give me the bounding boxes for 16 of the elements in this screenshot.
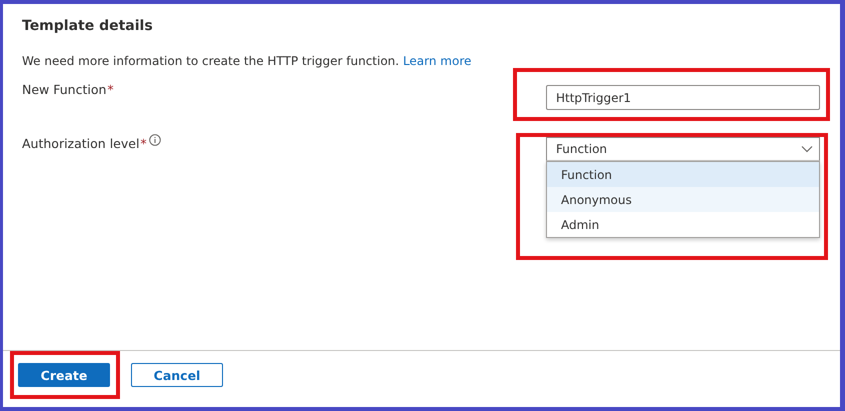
learn-more-link[interactable]: Learn more xyxy=(402,54,472,68)
create-button[interactable]: Create xyxy=(18,363,110,387)
dropdown-option[interactable]: Admin xyxy=(547,212,819,237)
function-name-field[interactable]: HttpTrigger1 xyxy=(546,85,820,110)
required-mark: * xyxy=(140,136,147,151)
dropdown-option[interactable]: Function xyxy=(547,162,819,187)
field-label: New Function xyxy=(22,82,106,97)
description-text: We need more information to create the HTTP trigger function. Learn more xyxy=(22,54,472,68)
info-icon[interactable] xyxy=(148,134,161,146)
authorization-dropdown[interactable]: Function xyxy=(546,137,820,161)
dropdown-option[interactable]: Anonymous xyxy=(547,187,819,212)
cancel-button[interactable]: Cancel xyxy=(131,363,223,387)
chevron-down-icon xyxy=(801,145,813,153)
required-mark: * xyxy=(107,82,114,97)
field-label: Authorization level xyxy=(22,136,140,151)
dialog-title: Template details xyxy=(22,18,154,34)
